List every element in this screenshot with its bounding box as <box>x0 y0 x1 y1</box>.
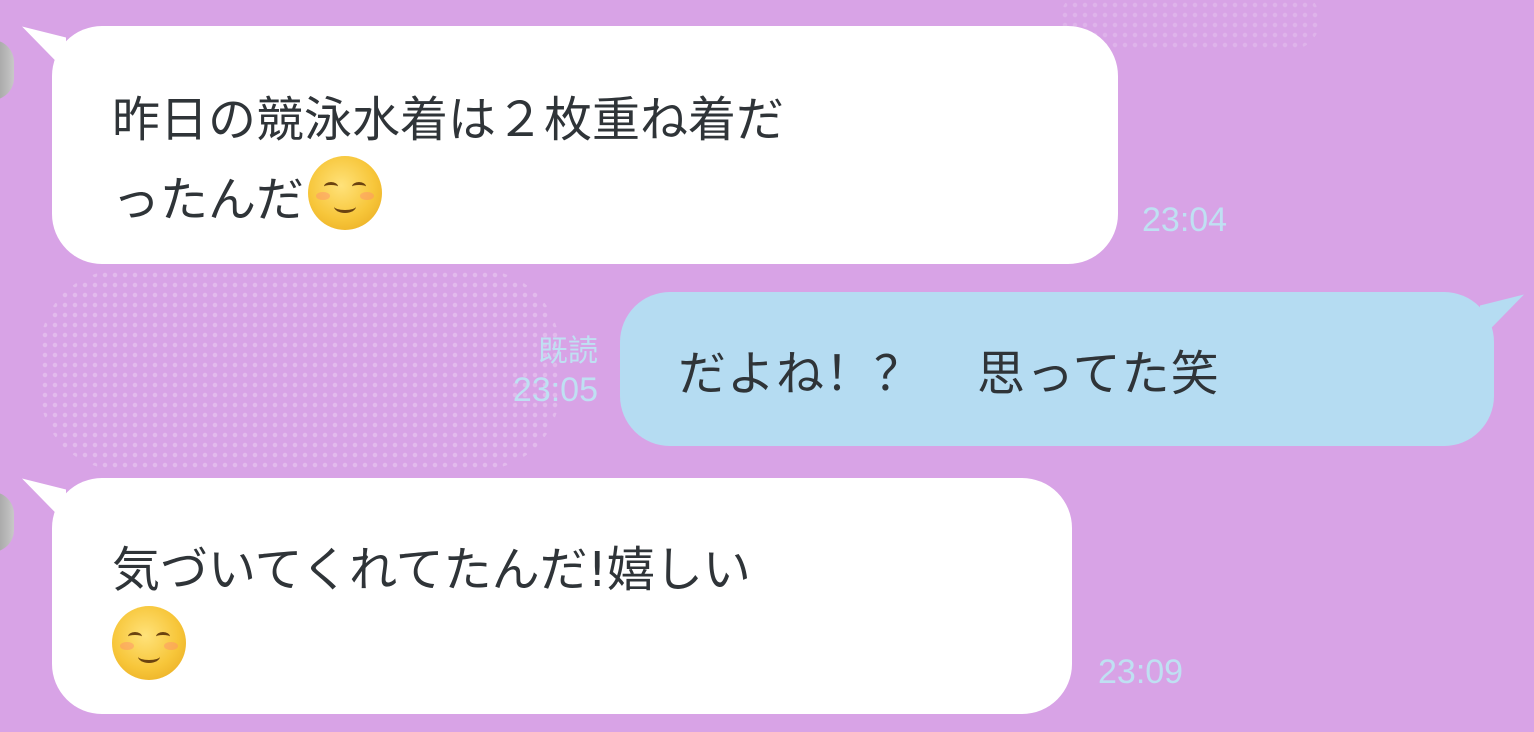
read-receipt: 既読 <box>538 335 598 368</box>
smiling-face-icon <box>308 156 383 230</box>
message-text: だよね！？ 思ってた笑 <box>678 338 1434 410</box>
incoming-message-bubble[interactable]: 気づいてくれてたんだ!嬉しい <box>22 478 1072 714</box>
bubble-tail <box>22 478 66 524</box>
outgoing-message-bubble[interactable]: だよね！？ 思ってた笑 <box>620 292 1524 446</box>
smiling-face-icon <box>112 606 186 680</box>
message-line: ったんだ <box>112 172 305 228</box>
message-timestamp: 23:09 <box>1098 653 1184 691</box>
message-text: 昨日の競泳水着は２枚重ね着だ ったんだ <box>112 84 1058 236</box>
message-part: 思ってた笑 <box>977 346 1220 402</box>
chat-history: 昨日の競泳水着は２枚重ね着だ ったんだ 23:04 既読 23:05 だよね！？… <box>0 0 1534 732</box>
avatar[interactable] <box>0 492 14 552</box>
avatar[interactable] <box>0 40 14 100</box>
incoming-message-bubble[interactable]: 昨日の競泳水着は２枚重ね着だ ったんだ <box>22 26 1118 264</box>
message-line: 昨日の競泳水着は２枚重ね着だ <box>112 92 785 148</box>
bubble-tail <box>22 26 66 72</box>
message-timestamp: 23:04 <box>1142 201 1228 239</box>
bubble-tail <box>1480 294 1524 340</box>
message-timestamp: 23:05 <box>512 371 598 409</box>
message-text: 気づいてくれてたんだ!嬉しい <box>112 534 1012 686</box>
message-part: だよね！？ <box>678 346 924 402</box>
message-line: 気づいてくれてたんだ!嬉しい <box>112 542 751 598</box>
message-meta: 既読 23:05 <box>470 334 598 411</box>
